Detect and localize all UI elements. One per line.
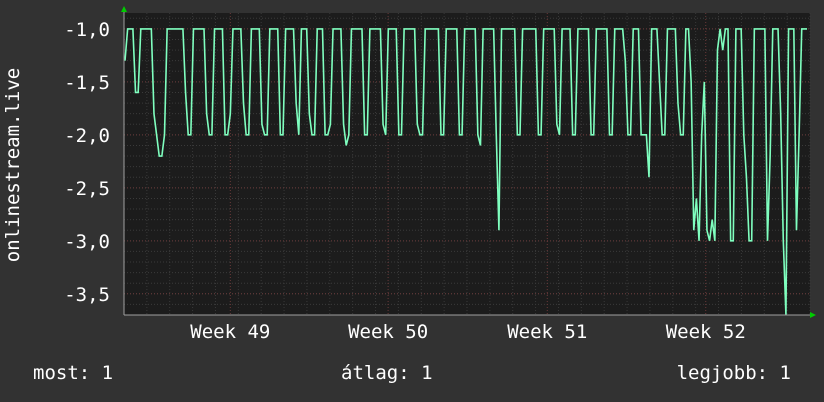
- y-tick-label: -2,0: [64, 125, 110, 147]
- y-tick-label: -1,0: [64, 19, 110, 41]
- x-tick-label: Week 49: [190, 321, 270, 343]
- y-tick-label: -2,5: [64, 178, 110, 200]
- stat-average: átlag: 1: [341, 362, 433, 384]
- x-tick-label: Week 52: [666, 321, 746, 343]
- y-tick-label: -3,0: [64, 231, 110, 253]
- stat-best: legjobb: 1: [676, 362, 791, 384]
- x-tick-label: Week 51: [507, 321, 587, 343]
- x-tick-labels: Week 49 Week 50 Week 51 Week 52: [190, 321, 745, 343]
- y-axis-arrow: [121, 6, 127, 12]
- y-tick-label: -3,5: [64, 284, 110, 306]
- y-tick-labels: -1,0 -1,5 -2,0 -2,5 -3,0 -3,5: [64, 19, 110, 306]
- x-tick-label: Week 50: [348, 321, 428, 343]
- chart: -1,0-1,5-2,0-2,5-3,0-3,5 Week 49 Week 50 W…: [2, 6, 816, 343]
- x-axis-arrow: [810, 312, 816, 318]
- y-tick-label: -1,5: [64, 72, 110, 94]
- y-axis-title: onlinestream.live: [2, 68, 24, 262]
- stat-now: most: 1: [33, 362, 114, 384]
